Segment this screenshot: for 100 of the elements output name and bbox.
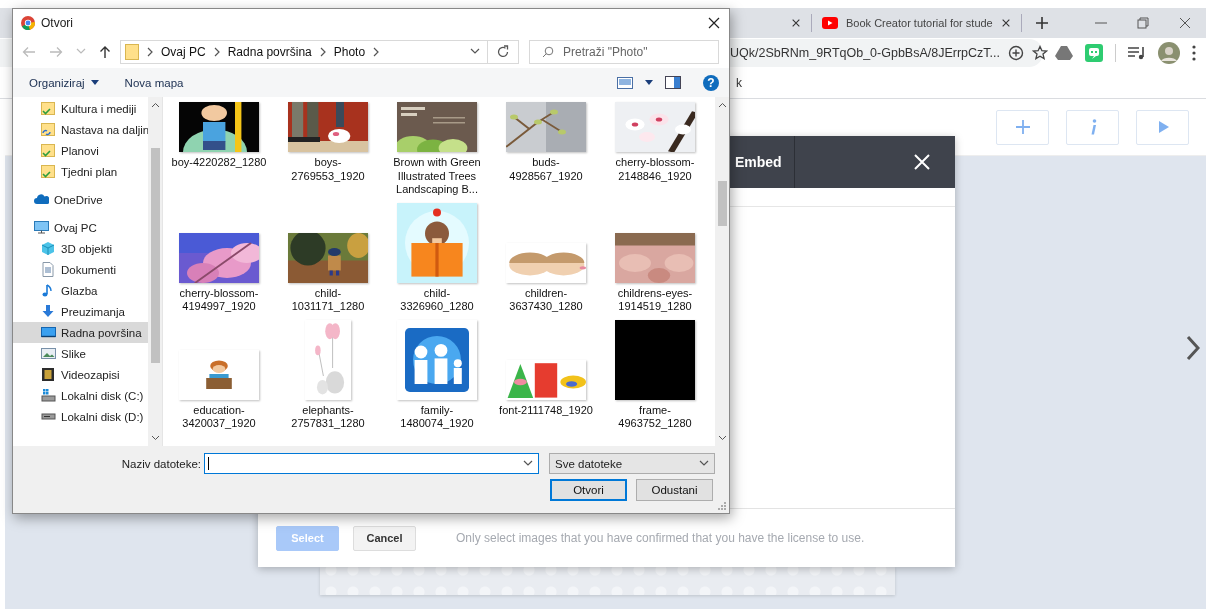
caret-icon[interactable] [645,80,653,85]
file-item[interactable]: frame-4963752_1280 [605,317,705,431]
folder-icon [41,164,56,179]
tab-title: Book Creator tutorial for stude [846,17,993,29]
file-name: Brown with Green Illustrated Trees Landscaping B... [392,156,482,197]
nav-item[interactable]: Nastava na daljin [13,119,148,140]
restore-icon[interactable] [1137,17,1149,29]
scroll-down-icon [717,435,727,441]
file-name: boy-4220282_1280 [171,156,267,170]
folder-icon [41,143,56,158]
nav-item[interactable]: Videozapisi [13,364,148,385]
download-icon [41,304,56,319]
file-item[interactable]: child-3326960_1280 [387,200,487,314]
playlist-icon[interactable] [1128,46,1146,60]
path-segment[interactable]: Ovaj PC [161,45,206,59]
triangle-logo-icon[interactable] [1055,45,1073,61]
search-field[interactable]: Pretraži "Photo" [529,40,719,64]
file-item[interactable]: boys-2769553_1920 [278,97,378,183]
path-segment[interactable]: Radna površina [227,45,312,59]
browser-tab[interactable]: Book Creator tutorial for stude [812,14,1022,32]
menu-icon[interactable] [1192,45,1196,61]
file-item[interactable]: cherry-blossom-2148846_1920 [605,97,705,183]
path-field[interactable]: Ovaj PC Radna površina Photo [120,40,519,64]
file-item[interactable]: Brown with Green Illustrated Trees Landscaping B... [387,97,487,197]
open-button[interactable]: Otvori [550,479,627,501]
file-name: frame-4963752_1280 [617,403,693,431]
organize-menu[interactable]: Organiziraj [29,76,99,89]
drive-icon [41,413,56,420]
info-icon [1088,119,1097,135]
nav-item[interactable]: Radna površina [13,322,148,343]
cube-icon [41,241,56,256]
file-type-dropdown[interactable]: Sve datoteke [549,453,715,474]
nav-item[interactable]: Slike [13,343,148,364]
plus-icon [1013,118,1032,136]
file-name: education-3420037_1920 [181,403,257,431]
nav-item[interactable]: Ovaj PC [13,217,148,238]
tab-close-icon[interactable] [791,18,801,28]
file-item[interactable]: children-3637430_1280 [496,200,596,314]
bookmark-link[interactable]: k [736,76,742,90]
nav-item[interactable]: Kultura i mediji [13,98,148,119]
cloud-icon [34,194,49,205]
pictures-icon [41,346,56,361]
dialog-title: Otvori [41,15,73,30]
embed-tab[interactable]: Embed [731,136,795,188]
tab-close-icon[interactable] [1000,18,1011,28]
scrollbar[interactable] [715,97,729,446]
file-name: family-1480074_1920 [399,403,475,431]
up-arrow-icon[interactable] [99,45,111,59]
chevron-right-icon [372,47,381,57]
file-item[interactable]: education-3420037_1920 [169,317,269,431]
scroll-down-icon [150,435,160,441]
scroll-up-icon [717,102,727,108]
plus-circle-icon[interactable] [1008,45,1024,61]
scroll-thumb[interactable] [150,148,160,363]
file-name: buds-4928567_1920 [508,156,584,183]
cancel-button[interactable]: Cancel [353,525,416,551]
star-icon[interactable] [1032,45,1048,61]
file-item[interactable]: buds-4928567_1920 [496,97,596,183]
nav-item[interactable]: OneDrive [13,189,148,210]
document-icon [41,262,56,277]
path-segment[interactable]: Photo [333,45,366,59]
preview-pane-icon[interactable] [665,76,681,89]
folder-icon [125,44,139,60]
scroll-thumb[interactable] [717,181,727,226]
nav-item[interactable]: Planovi [13,140,148,161]
file-name: children-3637430_1280 [508,286,584,314]
file-name: cherry-blossom-4194997_1920 [178,286,260,314]
nav-item[interactable]: Dokumenti [13,259,148,280]
nav-item[interactable]: Glazba [13,280,148,301]
scrollbar[interactable] [148,97,162,446]
url-text: UQk/2SbRNm_9RTqOb_0-GpbBsA/8JErrpCzT... [730,46,1000,60]
view-options-icon[interactable] [617,76,633,89]
app-logo-icon [21,15,35,30]
cancel-button[interactable]: Odustani [636,479,713,501]
new-folder-button[interactable]: Nova mapa [124,76,184,89]
file-item[interactable]: childrens-eyes-1914519_1280 [605,200,705,314]
file-name: elephants-2757831_1280 [290,403,366,431]
file-item[interactable]: font-2111748_1920 [496,317,596,417]
folder-icon [41,122,56,137]
nav-item[interactable]: Preuzimanja [13,301,148,322]
avatar-icon[interactable] [1158,42,1180,64]
help-button[interactable]: ? [703,74,719,91]
file-item[interactable]: family-1480074_1920 [387,317,487,431]
chevron-right-icon [146,47,154,57]
nav-item[interactable]: 3D objekti [13,238,148,259]
refresh-icon[interactable] [496,45,510,59]
license-note: Only select images that you have confirmed that you have the license to use. [456,531,865,545]
nav-item[interactable]: Lokalni disk (D:) [13,406,148,427]
chevron-right-icon[interactable] [1186,334,1200,361]
resize-grip-icon[interactable] [718,502,726,510]
nav-item[interactable]: Tjedni plan [13,161,148,182]
nav-item[interactable]: Lokalni disk (C:) [13,385,148,406]
file-name: childrens-eyes-1914519_1280 [616,286,694,314]
file-name-field[interactable] [204,453,539,474]
file-item[interactable]: child-1031171_1280 [278,200,378,314]
file-item[interactable]: elephants-2757831_1280 [278,317,378,431]
file-item[interactable]: cherry-blossom-4194997_1920 [169,200,269,314]
close-icon[interactable] [708,16,720,29]
new-tab-icon[interactable] [1034,16,1049,30]
file-item[interactable]: boy-4220282_1280 [169,97,269,170]
